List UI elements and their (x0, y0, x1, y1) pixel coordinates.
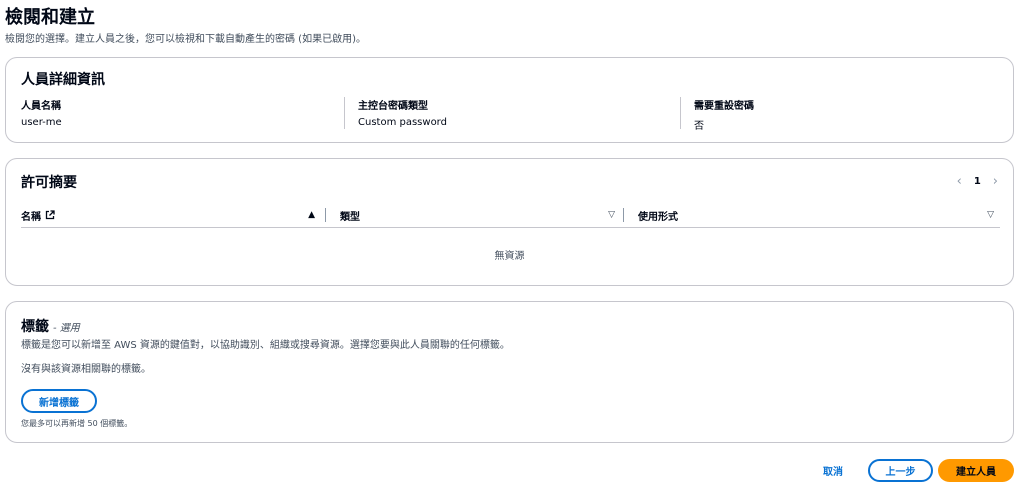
console-password-type-field: 主控台密碼類型 Custom password (344, 97, 678, 129)
page-description: 檢閱您的選擇。建立人員之後，您可以檢視和下載自動產生的密碼 (如果已啟用)。 (5, 34, 366, 45)
create-person-button[interactable]: 建立人員 (938, 459, 1014, 482)
tags-limit-text: 您最多可以再新增 50 個標籤。 (21, 419, 133, 428)
page-number[interactable]: 1 (974, 176, 981, 187)
person-name-field: 人員名稱 user-me (21, 97, 341, 129)
add-tag-button[interactable]: 新增標籤 (21, 389, 97, 413)
password-reset-required-value: 否 (694, 121, 704, 132)
permissions-summary-panel: 許可摘要 ‹ 1 › 名稱 ▲ 類型 ▽ 使用形式 ▽ 無資源 (5, 158, 1014, 286)
column-name-label: 名稱 (21, 211, 41, 223)
person-details-title: 人員詳細資訊 (21, 72, 105, 88)
sort-descending-icon[interactable]: ▽ (987, 210, 994, 220)
tags-title-text: 標籤 (21, 319, 49, 335)
console-password-type-label: 主控台密碼類型 (358, 101, 428, 112)
console-password-type-value: Custom password (358, 117, 447, 128)
page-title: 檢閱和建立 (5, 7, 95, 28)
table-header: 名稱 ▲ 類型 ▽ 使用形式 ▽ (21, 204, 1000, 228)
chevron-right-icon[interactable]: › (993, 174, 998, 189)
cancel-button[interactable]: 取消 (812, 460, 854, 480)
tags-title: 標籤 - 選用 (21, 316, 80, 336)
permissions-summary-title: 許可摘要 (21, 175, 77, 191)
sort-descending-icon[interactable]: ▽ (608, 210, 615, 220)
previous-button[interactable]: 上一步 (868, 459, 933, 482)
external-link-icon (45, 210, 55, 220)
empty-state-message: 無資源 (494, 251, 525, 262)
column-usage-label: 使用形式 (638, 211, 678, 223)
password-reset-required-field: 需要重設密碼 否 (680, 97, 1000, 132)
sort-ascending-icon[interactable]: ▲ (308, 210, 315, 220)
column-header-usage[interactable]: 使用形式 ▽ (623, 208, 1000, 223)
tags-description: 標籤是您可以新增至 AWS 資源的鍵值對，以協助識別、組織或搜尋資源。選擇您要與… (21, 340, 510, 351)
tags-empty-message: 沒有與該資源相關聯的標籤。 (21, 364, 151, 375)
chevron-left-icon[interactable]: ‹ (957, 174, 962, 189)
password-reset-required-label: 需要重設密碼 (694, 101, 754, 112)
person-name-label: 人員名稱 (21, 101, 61, 112)
optional-label: - 選用 (53, 323, 80, 334)
column-type-label: 類型 (340, 211, 360, 223)
tags-panel: 標籤 - 選用 標籤是您可以新增至 AWS 資源的鍵值對，以協助識別、組織或搜尋資… (5, 301, 1014, 443)
column-header-type[interactable]: 類型 ▽ (325, 208, 621, 223)
person-name-value: user-me (21, 117, 62, 128)
person-details-panel: 人員詳細資訊 人員名稱 user-me 主控台密碼類型 Custom passw… (5, 57, 1014, 143)
column-header-name[interactable]: 名稱 ▲ (21, 204, 321, 226)
pagination: ‹ 1 › (957, 174, 998, 189)
